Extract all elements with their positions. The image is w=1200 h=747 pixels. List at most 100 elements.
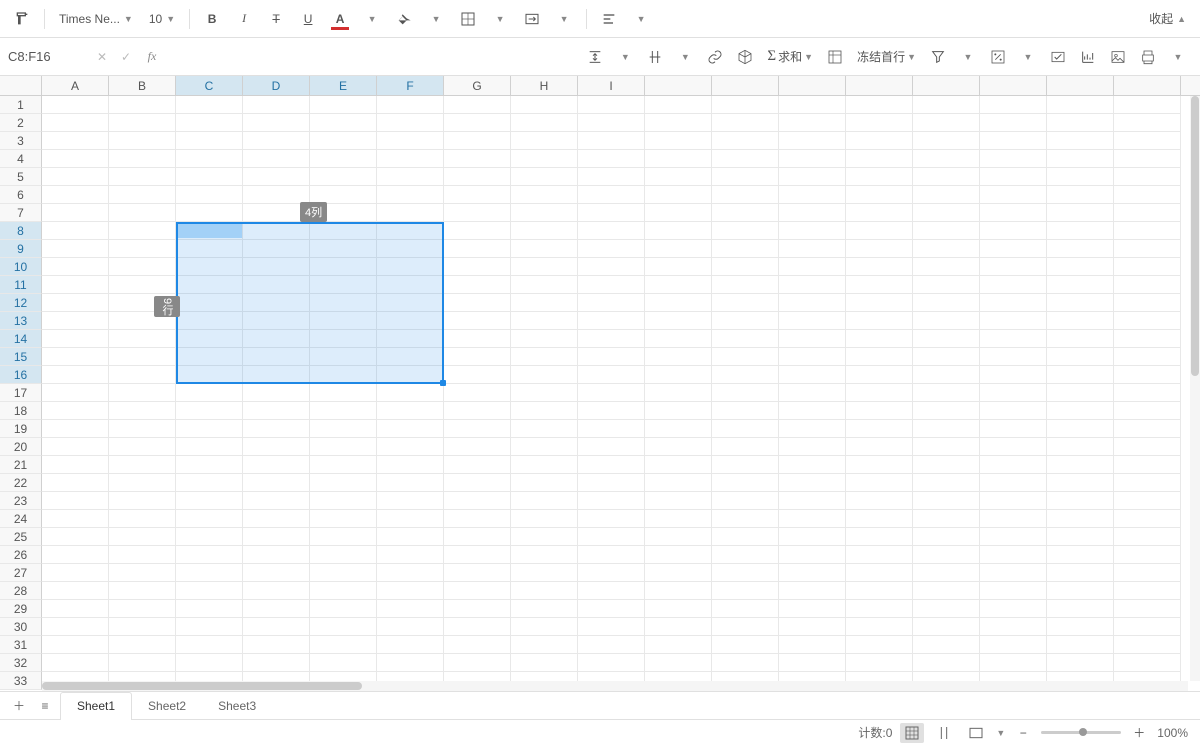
cell[interactable] <box>511 330 578 348</box>
cell[interactable] <box>1114 294 1181 312</box>
cell[interactable] <box>109 348 176 366</box>
cell[interactable] <box>176 528 243 546</box>
cell[interactable] <box>377 348 444 366</box>
cell[interactable] <box>243 204 310 222</box>
font-size-select[interactable]: 10 ▼ <box>143 5 181 33</box>
cell[interactable] <box>712 654 779 672</box>
print-dropdown[interactable]: ▼ <box>1164 43 1192 71</box>
column-header[interactable]: B <box>109 76 176 95</box>
cell[interactable] <box>578 348 645 366</box>
cell[interactable] <box>779 168 846 186</box>
cell[interactable] <box>310 258 377 276</box>
cell[interactable] <box>645 312 712 330</box>
cell[interactable] <box>913 402 980 420</box>
cell[interactable] <box>1114 222 1181 240</box>
cell[interactable] <box>980 510 1047 528</box>
cell[interactable] <box>645 618 712 636</box>
cell[interactable] <box>176 150 243 168</box>
cell[interactable] <box>377 258 444 276</box>
cell[interactable] <box>243 546 310 564</box>
cell[interactable] <box>578 510 645 528</box>
cell[interactable] <box>645 204 712 222</box>
cell[interactable] <box>377 204 444 222</box>
row-header[interactable]: 8 <box>0 222 42 240</box>
cell[interactable] <box>846 258 913 276</box>
cell[interactable] <box>846 240 913 258</box>
fill-color-button[interactable] <box>390 5 418 33</box>
cell[interactable] <box>243 348 310 366</box>
cell[interactable] <box>444 276 511 294</box>
cell[interactable] <box>444 528 511 546</box>
cell[interactable] <box>243 510 310 528</box>
column-header[interactable]: A <box>42 76 109 95</box>
cell[interactable] <box>42 636 109 654</box>
row-header[interactable]: 29 <box>0 600 42 618</box>
cell[interactable] <box>645 114 712 132</box>
cell[interactable] <box>1047 600 1114 618</box>
cell[interactable] <box>913 600 980 618</box>
cell[interactable] <box>42 276 109 294</box>
wrap-text-button[interactable] <box>641 43 669 71</box>
cell[interactable] <box>846 222 913 240</box>
cell[interactable] <box>645 168 712 186</box>
cell[interactable] <box>109 312 176 330</box>
cell[interactable] <box>712 366 779 384</box>
cell[interactable] <box>511 600 578 618</box>
cell[interactable] <box>243 582 310 600</box>
cell-reference-box[interactable]: C8:F16 <box>0 43 90 71</box>
cell[interactable] <box>779 546 846 564</box>
cell[interactable] <box>980 654 1047 672</box>
cell[interactable] <box>310 600 377 618</box>
cell[interactable] <box>444 582 511 600</box>
cell[interactable] <box>645 654 712 672</box>
cell[interactable] <box>444 474 511 492</box>
cell[interactable] <box>578 402 645 420</box>
column-header[interactable]: I <box>578 76 645 95</box>
cell[interactable] <box>109 528 176 546</box>
cell[interactable] <box>42 420 109 438</box>
cell[interactable] <box>779 384 846 402</box>
cell[interactable] <box>42 312 109 330</box>
cell[interactable] <box>42 384 109 402</box>
cell[interactable] <box>980 348 1047 366</box>
cell[interactable] <box>310 654 377 672</box>
cell[interactable] <box>444 600 511 618</box>
cell[interactable] <box>1047 456 1114 474</box>
cell[interactable] <box>109 402 176 420</box>
cell[interactable] <box>243 258 310 276</box>
cell[interactable] <box>1047 510 1114 528</box>
cell[interactable] <box>243 636 310 654</box>
cell[interactable] <box>980 114 1047 132</box>
cell[interactable] <box>1114 114 1181 132</box>
cell[interactable] <box>310 474 377 492</box>
cell[interactable] <box>712 420 779 438</box>
cell[interactable] <box>1047 420 1114 438</box>
cell[interactable] <box>444 654 511 672</box>
cell[interactable] <box>913 168 980 186</box>
cell[interactable] <box>176 636 243 654</box>
font-color-button[interactable]: A <box>326 5 354 33</box>
cell[interactable] <box>176 384 243 402</box>
cell[interactable] <box>1047 114 1114 132</box>
cell[interactable] <box>1047 564 1114 582</box>
column-header[interactable] <box>980 76 1047 95</box>
cell[interactable] <box>42 258 109 276</box>
cell[interactable] <box>645 222 712 240</box>
cell[interactable] <box>846 186 913 204</box>
cell[interactable] <box>511 582 578 600</box>
cell[interactable] <box>109 582 176 600</box>
cell[interactable] <box>913 564 980 582</box>
cell[interactable] <box>511 420 578 438</box>
cell[interactable] <box>310 438 377 456</box>
cell[interactable] <box>913 276 980 294</box>
cell[interactable] <box>310 636 377 654</box>
cell[interactable] <box>109 96 176 114</box>
cell[interactable] <box>1047 330 1114 348</box>
cell[interactable] <box>846 528 913 546</box>
cell[interactable] <box>779 96 846 114</box>
cell[interactable] <box>511 474 578 492</box>
cell[interactable] <box>846 150 913 168</box>
cell[interactable] <box>980 582 1047 600</box>
cell[interactable] <box>913 96 980 114</box>
cell[interactable] <box>377 654 444 672</box>
